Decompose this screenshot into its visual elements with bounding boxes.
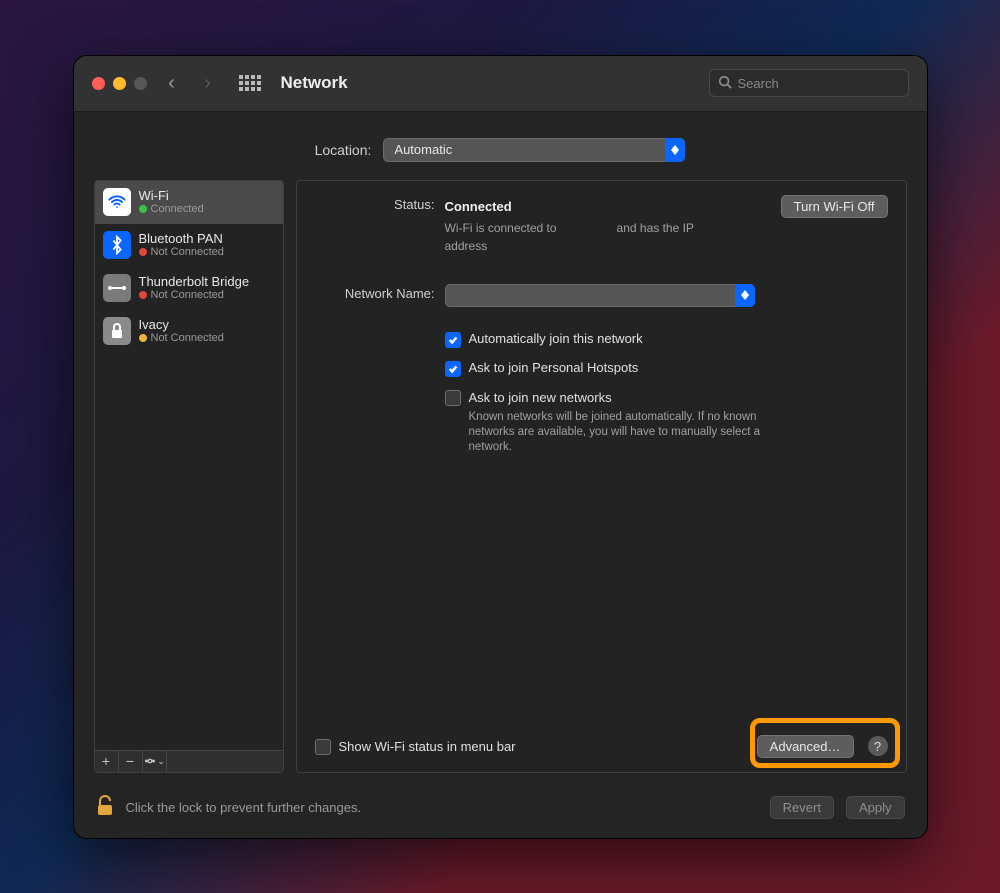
service-status: Not Connected: [151, 289, 224, 301]
services-list: Wi-Fi Connected Bluetooth PAN Not Connec…: [95, 181, 283, 750]
unlock-icon[interactable]: [96, 795, 114, 820]
lock-hint-text: Click the lock to prevent further change…: [126, 800, 362, 815]
search-icon: [718, 75, 732, 92]
service-wifi[interactable]: Wi-Fi Connected: [95, 181, 283, 224]
checkbox-icon: [445, 390, 461, 406]
location-row: Location: Automatic: [74, 112, 927, 180]
back-button[interactable]: ‹: [161, 72, 183, 95]
search-placeholder: Search: [738, 76, 779, 91]
service-name: Bluetooth PAN: [139, 231, 224, 246]
menubar-status-label: Show Wi-Fi status in menu bar: [339, 739, 516, 754]
search-field[interactable]: Search: [709, 69, 909, 97]
minimize-window-button[interactable]: [113, 77, 126, 90]
network-name-label: Network Name:: [315, 284, 435, 301]
status-value: Connected: [445, 199, 512, 214]
show-all-icon[interactable]: [239, 75, 261, 91]
network-name-select[interactable]: [445, 284, 755, 307]
services-sidebar: Wi-Fi Connected Bluetooth PAN Not Connec…: [94, 180, 284, 773]
status-desc-line2: and has the IP: [617, 220, 694, 236]
window-controls: [92, 77, 147, 90]
location-select[interactable]: Automatic: [383, 138, 685, 162]
checkbox-label: Ask to join new networks: [469, 390, 612, 405]
service-status: Not Connected: [151, 332, 224, 344]
revert-button[interactable]: Revert: [770, 796, 834, 819]
network-name-value: [445, 284, 755, 307]
detail-panel: Status: Connected Turn Wi-Fi Off Wi-Fi i…: [296, 180, 907, 773]
ask-new-networks-checkbox[interactable]: Ask to join new networks: [445, 389, 612, 406]
preferences-window: ‹ › Network Search Location: Automatic: [73, 55, 928, 839]
status-dot-icon: [139, 205, 147, 213]
toggle-wifi-button[interactable]: Turn Wi-Fi Off: [781, 195, 888, 218]
service-ivacy[interactable]: Ivacy Not Connected: [95, 310, 283, 353]
location-label: Location:: [315, 142, 372, 158]
wifi-icon: [103, 188, 131, 216]
zoom-window-button: [134, 77, 147, 90]
checkbox-note: Known networks will be joined automatica…: [469, 410, 769, 455]
status-desc-line1: Wi-Fi is connected to: [445, 220, 557, 236]
service-status: Not Connected: [151, 246, 224, 258]
status-desc-line3: address: [445, 239, 488, 253]
service-status: Connected: [151, 203, 204, 215]
remove-service-button[interactable]: −: [119, 751, 143, 772]
menubar-status-checkbox[interactable]: [315, 739, 331, 755]
service-thunderbolt-bridge[interactable]: Thunderbolt Bridge Not Connected: [95, 267, 283, 310]
service-name: Ivacy: [139, 317, 224, 332]
status-dot-icon: [139, 334, 147, 342]
checkbox-label: Ask to join Personal Hotspots: [469, 360, 639, 375]
chevron-updown-icon: [665, 138, 685, 162]
ask-hotspots-checkbox[interactable]: Ask to join Personal Hotspots: [445, 360, 888, 377]
sidebar-footer: + − ⌄: [95, 750, 283, 772]
thunderbolt-icon: [103, 274, 131, 302]
bluetooth-icon: [103, 231, 131, 259]
chevron-updown-icon: [735, 284, 755, 307]
help-button[interactable]: ?: [868, 736, 888, 756]
window-title: Network: [281, 73, 348, 93]
close-window-button[interactable]: [92, 77, 105, 90]
service-bluetooth-pan[interactable]: Bluetooth PAN Not Connected: [95, 224, 283, 267]
location-value: Automatic: [383, 138, 685, 162]
status-label: Status:: [315, 195, 435, 212]
add-service-button[interactable]: +: [95, 751, 119, 772]
service-actions-button[interactable]: ⌄: [143, 751, 167, 772]
lock-icon: [103, 317, 131, 345]
service-name: Wi-Fi: [139, 188, 204, 203]
apply-button[interactable]: Apply: [846, 796, 905, 819]
status-dot-icon: [139, 248, 147, 256]
service-name: Thunderbolt Bridge: [139, 274, 250, 289]
titlebar: ‹ › Network Search: [74, 56, 927, 112]
checkbox-label: Automatically join this network: [469, 331, 643, 346]
forward-button: ›: [197, 72, 219, 95]
checkbox-icon: [445, 361, 461, 377]
advanced-button[interactable]: Advanced…: [757, 735, 854, 758]
auto-join-checkbox[interactable]: Automatically join this network: [445, 331, 888, 348]
status-dot-icon: [139, 291, 147, 299]
checkbox-icon: [445, 332, 461, 348]
window-footer: Click the lock to prevent further change…: [74, 783, 927, 838]
